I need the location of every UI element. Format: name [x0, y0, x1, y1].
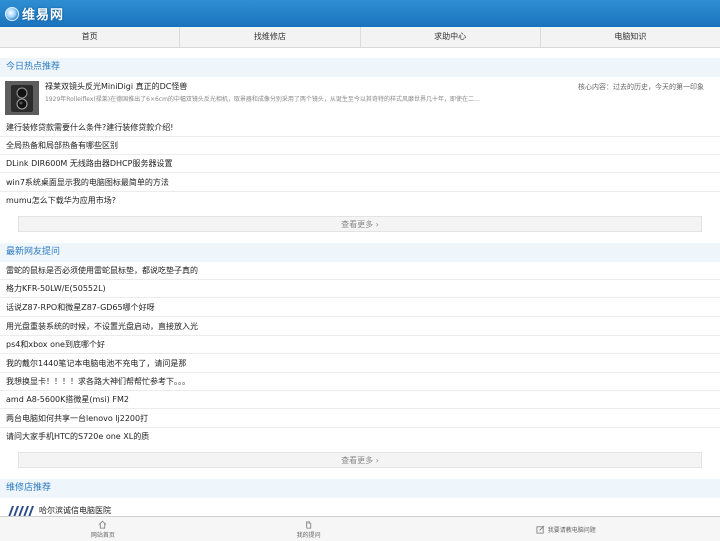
question-item[interactable]: 两台电脑如何共享一台lenovo lj2200打 — [0, 409, 720, 428]
question-item[interactable]: 用光盘重装系统的时候，不设置光盘启动，直接放入光 — [0, 317, 720, 336]
question-item[interactable]: amd A8-5600K搭微星(msi) FM2 — [0, 391, 720, 409]
nav-find-shop[interactable]: 找维修店 — [180, 27, 361, 47]
question-item[interactable]: 我想换显卡！！！！求各路大神们帮帮忙参考下。。。 — [0, 373, 720, 391]
question-item[interactable]: 我的戴尔1440笔记本电脑电池不充电了，请问是那 — [0, 354, 720, 373]
question-item[interactable]: 请问大家手机HTC的S720e one XL的质 — [0, 428, 720, 446]
featured-title[interactable]: 禄莱双镜头反光MiniDigi 真正的DC怪兽 — [45, 81, 187, 92]
bottom-tabbar: 网站首页 我的提问 我要请教电脑问题 — [0, 516, 720, 541]
more-label: 查看更多 — [341, 456, 374, 465]
tab-ask-label: 我要请教电脑问题 — [547, 526, 596, 534]
hot-section-title: 今日热点推荐 — [0, 58, 720, 77]
top-nav: 首页 找维修店 求助中心 电脑知识 — [0, 27, 720, 48]
list-item[interactable]: DLink DIR600M 无线路由器DHCP服务器设置 — [0, 155, 720, 173]
shops-section-title: 维修店推荐 — [0, 479, 720, 498]
tab-my-questions[interactable]: 我的提问 — [206, 517, 412, 541]
hand-icon — [306, 520, 312, 529]
shop-name[interactable]: 哈尔滨诚信电脑医院 — [39, 505, 111, 516]
hot-more-button[interactable]: 查看更多 › — [18, 216, 702, 232]
list-item[interactable]: mumu怎么下载华为应用市场? — [0, 192, 720, 210]
featured-description: 1929年Rolleiflex(禄莱)在德国推出了6×6cm的中幅双镜头反光相机… — [45, 96, 480, 103]
questions-section-title: 最新网友提问 — [0, 243, 720, 262]
featured-thumbnail[interactable] — [5, 81, 39, 115]
chevron-right-icon: › — [375, 456, 379, 465]
app-header: 维易网 — [0, 0, 720, 27]
chevron-right-icon: › — [375, 220, 379, 229]
nav-help-center[interactable]: 求助中心 — [361, 27, 541, 47]
question-item[interactable]: 话说Z87-RPO和微星Z87-GD65哪个好呀 — [0, 298, 720, 317]
home-icon — [98, 520, 107, 529]
list-item[interactable]: 建行装修贷款需要什么条件?建行装修贷款介绍! — [0, 119, 720, 137]
tab-home[interactable]: 网站首页 — [0, 517, 206, 541]
question-item[interactable]: ps4和xbox one到底哪个好 — [0, 336, 720, 354]
tab-my-questions-label: 我的提问 — [296, 532, 321, 539]
questions-more-button[interactable]: 查看更多 › — [18, 452, 702, 468]
logo-text: 维易网 — [22, 8, 65, 23]
list-item[interactable]: win7系统桌面显示我的电脑图标最简单的方法 — [0, 173, 720, 192]
more-label: 查看更多 — [341, 220, 374, 229]
question-item[interactable]: 格力KFR-50LW/E(50552L) — [0, 280, 720, 298]
list-item[interactable]: 全局热备和局部热备有哪些区别 — [0, 137, 720, 155]
tab-ask-question[interactable]: 我要请教电脑问题 — [411, 517, 720, 541]
nav-pc-knowledge[interactable]: 电脑知识 — [541, 27, 720, 47]
question-item[interactable]: 雷蛇的鼠标是否必须使用雷蛇鼠标垫，都说吃垫子真的 — [0, 262, 720, 280]
nav-home[interactable]: 首页 — [0, 27, 181, 47]
featured-side-text: 核心内容：过去的历史，今天的第一印象 — [578, 83, 704, 91]
camera-image — [5, 81, 39, 115]
logo-globe-icon — [5, 6, 19, 21]
edit-icon — [536, 525, 545, 534]
tab-home-label: 网站首页 — [90, 532, 115, 539]
site-logo[interactable]: 维易网 — [5, 5, 65, 23]
